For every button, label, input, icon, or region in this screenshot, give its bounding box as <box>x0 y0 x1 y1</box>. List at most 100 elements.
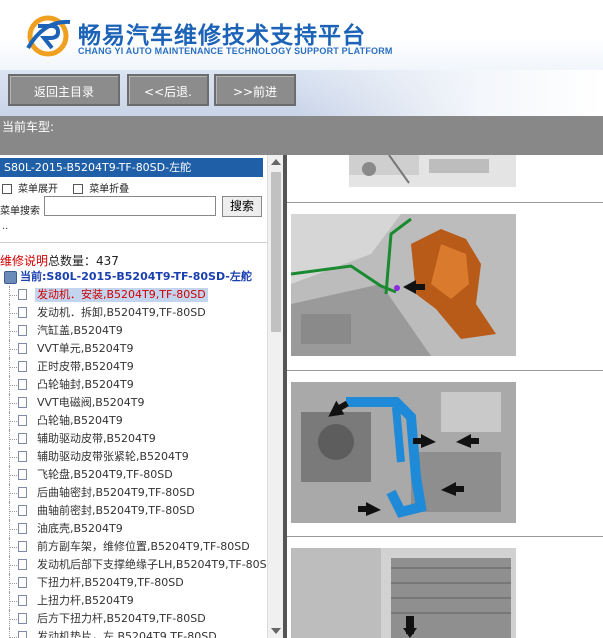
tree-connector <box>9 574 18 592</box>
tree-item-label[interactable]: 正时皮带,B5204T9 <box>37 360 134 374</box>
tree-item[interactable]: 凸轮轴封,B5204T9 <box>0 376 267 394</box>
tree-item[interactable]: 发动机后部下支撑绝缘子LH,B5204T9,TF-80SD <box>0 556 267 574</box>
expand-menu-toggle[interactable]: 菜单展开 <box>2 184 58 195</box>
document-icon <box>18 613 27 624</box>
tree-item-label[interactable]: 油底壳,B5204T9 <box>37 522 123 536</box>
tree-item[interactable]: 发动机垫片，左,B5204T9,TF-80SD <box>0 628 267 638</box>
count-prefix: 维修说明 <box>0 254 49 268</box>
tree-item-label[interactable]: 发动机垫片，左,B5204T9,TF-80SD <box>37 630 217 638</box>
tree-connector <box>9 538 18 556</box>
expand-label: 菜单展开 <box>18 184 58 195</box>
tree-connector <box>9 610 18 628</box>
document-icon <box>18 469 27 480</box>
current-vehicle-label: 当前车型: <box>2 120 55 134</box>
tree-item[interactable]: 油底壳,B5204T9 <box>0 520 267 538</box>
current-node[interactable]: 当前:S80L-2015-B5204T9-TF-80SD-左舵 <box>4 268 252 284</box>
expand-icon <box>2 184 12 194</box>
engine-photo-2 <box>291 214 516 356</box>
tree-item-label[interactable]: VVT电磁阀,B5204T9 <box>37 396 145 410</box>
tree-connector <box>9 520 18 538</box>
ellipsis-text: .. <box>2 221 9 232</box>
content-panel <box>287 155 603 638</box>
tree-connector <box>9 628 18 638</box>
tree-connector <box>9 502 18 520</box>
sidebar-scrollbar[interactable] <box>267 155 284 638</box>
tree-item[interactable]: VVT单元,B5204T9 <box>0 340 267 358</box>
tree-connector <box>9 466 18 484</box>
document-icon <box>18 397 27 408</box>
tree-connector <box>9 322 18 340</box>
document-icon <box>18 325 27 336</box>
home-button[interactable]: 返回主目录 <box>8 74 120 106</box>
tree-item[interactable]: 辅助驱动皮带张紧轮,B5204T9 <box>0 448 267 466</box>
engine-photo-4 <box>291 548 516 638</box>
toolbar: 返回主目录 <<后退. >>前进 <box>0 70 603 116</box>
scroll-thumb[interactable] <box>271 172 281 332</box>
tree-item[interactable]: 飞轮盘,B5204T9,TF-80SD <box>0 466 267 484</box>
tree-item[interactable]: 上扭力杆,B5204T9 <box>0 592 267 610</box>
document-icon <box>18 451 27 462</box>
tree-item-label[interactable]: 前方副车架，维修位置,B5204T9,TF-80SD <box>37 540 250 554</box>
tree-item-label[interactable]: 飞轮盘,B5204T9,TF-80SD <box>37 468 173 482</box>
tree-item-label[interactable]: VVT单元,B5204T9 <box>37 342 134 356</box>
document-icon <box>18 541 27 552</box>
tree-item-label[interactable]: 后方下扭力杆,B5204T9,TF-80SD <box>37 612 206 626</box>
tree-item-label[interactable]: 辅助驱动皮带张紧轮,B5204T9 <box>37 450 189 464</box>
document-icon <box>18 505 27 516</box>
tree-item-label[interactable]: 曲轴前密封,B5204T9,TF-80SD <box>37 504 195 518</box>
sidebar: S80L-2015-B5204T9-TF-80SD-左舵 菜单展开 菜单折叠 菜… <box>0 155 267 638</box>
tree-item[interactable]: 汽缸盖,B5204T9 <box>0 322 267 340</box>
site-subtitle: CHANG YI AUTO MAINTENANCE TECHNOLOGY SUP… <box>78 46 393 56</box>
computer-icon <box>4 270 17 284</box>
document-icon <box>18 289 27 300</box>
tree-item[interactable]: 发动机．拆卸,B5204T9,TF-80SD <box>0 304 267 322</box>
separator <box>287 202 603 203</box>
tree-connector <box>9 484 18 502</box>
engine-photo-1 <box>349 155 516 187</box>
tree-connector <box>9 304 18 322</box>
tree-item[interactable]: 后曲轴密封,B5204T9,TF-80SD <box>0 484 267 502</box>
tree-connector <box>9 358 18 376</box>
forward-button[interactable]: >>前进 <box>214 74 296 106</box>
tree-connector <box>9 394 18 412</box>
tree-item[interactable]: VVT电磁阀,B5204T9 <box>0 394 267 412</box>
current-node-label: 当前:S80L-2015-B5204T9-TF-80SD-左舵 <box>20 270 252 283</box>
tree-item[interactable]: 凸轮轴,B5204T9 <box>0 412 267 430</box>
count-text: 总数量：437 <box>48 254 119 268</box>
scroll-up-icon[interactable] <box>271 159 281 165</box>
document-icon <box>18 559 27 570</box>
vehicle-bar: 当前车型: <box>0 116 603 155</box>
tree-item-label[interactable]: 上扭力杆,B5204T9 <box>37 594 134 608</box>
scroll-down-icon[interactable] <box>271 628 281 634</box>
model-title: S80L-2015-B5204T9-TF-80SD-左舵 <box>0 158 263 177</box>
menu-toggles: 菜单展开 菜单折叠 <box>2 180 129 195</box>
tree-item-label[interactable]: 后曲轴密封,B5204T9,TF-80SD <box>37 486 195 500</box>
tree-item[interactable]: 正时皮带,B5204T9 <box>0 358 267 376</box>
document-icon <box>18 487 27 498</box>
tree-connector <box>9 448 18 466</box>
tree-item-label[interactable]: 辅助驱动皮带,B5204T9 <box>37 432 156 446</box>
back-button[interactable]: <<后退. <box>127 74 209 106</box>
tree-item-label[interactable]: 汽缸盖,B5204T9 <box>37 324 123 338</box>
tree-item[interactable]: 发动机．安装,B5204T9,TF-80SD <box>0 286 267 304</box>
tree-item-label[interactable]: 发动机．拆卸,B5204T9,TF-80SD <box>37 306 206 320</box>
tree-item-label[interactable]: 下扭力杆,B5204T9,TF-80SD <box>37 576 184 590</box>
collapse-menu-toggle[interactable]: 菜单折叠 <box>73 184 129 195</box>
document-icon <box>18 343 27 354</box>
tree-item[interactable]: 曲轴前密封,B5204T9,TF-80SD <box>0 502 267 520</box>
search-label: 菜单搜索 <box>0 206 40 217</box>
document-icon <box>18 433 27 444</box>
tree-item[interactable]: 下扭力杆,B5204T9,TF-80SD <box>0 574 267 592</box>
search-button[interactable]: 搜索 <box>222 196 262 217</box>
tree-item-label[interactable]: 发动机．安装,B5204T9,TF-80SD <box>35 288 208 302</box>
tree-item[interactable]: 后方下扭力杆,B5204T9,TF-80SD <box>0 610 267 628</box>
tree-item-label[interactable]: 发动机后部下支撑绝缘子LH,B5204T9,TF-80SD <box>37 558 267 572</box>
tree-item-label[interactable]: 凸轮轴,B5204T9 <box>37 414 123 428</box>
tree-connector <box>9 556 18 574</box>
document-icon <box>18 415 27 426</box>
menu-search-input[interactable] <box>44 196 216 216</box>
tree-item-label[interactable]: 凸轮轴封,B5204T9 <box>37 378 134 392</box>
document-icon <box>18 631 27 638</box>
tree-item[interactable]: 前方副车架，维修位置,B5204T9,TF-80SD <box>0 538 267 556</box>
tree-item[interactable]: 辅助驱动皮带,B5204T9 <box>0 430 267 448</box>
